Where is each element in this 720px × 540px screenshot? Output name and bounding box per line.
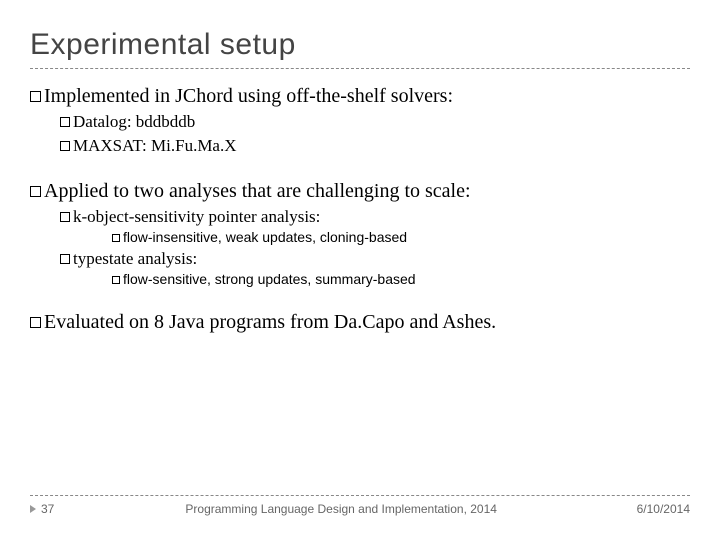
bullet-typestate-detail: flow-sensitive, strong updates, summary-…: [112, 271, 690, 287]
title-divider: [30, 68, 690, 69]
footer-venue: Programming Language Design and Implemen…: [72, 502, 610, 516]
bullet-text: k-object-sensitivity pointer analysis:: [73, 207, 320, 226]
bullet-maxsat: MAXSAT: Mi.Fu.Ma.X: [60, 136, 690, 156]
slide-title: Experimental setup: [30, 28, 690, 62]
page-number-text: 37: [41, 502, 54, 516]
bullet-text: flow-insensitive, weak updates, cloning-…: [123, 229, 407, 245]
bullet-box-icon: [112, 276, 120, 284]
bullet-kobj: k-object-sensitivity pointer analysis:: [60, 207, 690, 227]
bullet-box-icon: [30, 91, 41, 102]
bullet-text: typestate analysis:: [73, 249, 197, 268]
footer-row: 37 Programming Language Design and Imple…: [30, 502, 690, 516]
bullet-evaluated: Evaluated on 8 Java programs from Da.Cap…: [30, 311, 690, 334]
bullet-text: Implemented in JChord using off-the-shel…: [44, 85, 453, 107]
triangle-icon: [30, 505, 36, 513]
bullet-implemented: Implemented in JChord using off-the-shel…: [30, 85, 690, 108]
bullet-datalog: Datalog: bddbddb: [60, 112, 690, 132]
slide: Experimental setup Implemented in JChord…: [0, 0, 720, 540]
bullet-kobj-detail: flow-insensitive, weak updates, cloning-…: [112, 229, 690, 245]
bullet-box-icon: [112, 234, 120, 242]
bullet-applied: Applied to two analyses that are challen…: [30, 180, 690, 203]
bullet-text: Datalog: bddbddb: [73, 112, 195, 131]
bullet-typestate: typestate analysis:: [60, 249, 690, 269]
footer-date: 6/10/2014: [610, 502, 690, 516]
slide-footer: 37 Programming Language Design and Imple…: [0, 495, 720, 516]
bullet-box-icon: [60, 212, 70, 222]
slide-content: Implemented in JChord using off-the-shel…: [30, 85, 690, 334]
bullet-box-icon: [30, 317, 41, 328]
bullet-box-icon: [60, 254, 70, 264]
bullet-box-icon: [60, 141, 70, 151]
bullet-text: Evaluated on 8 Java programs from Da.Cap…: [44, 311, 496, 333]
bullet-box-icon: [60, 117, 70, 127]
bullet-text: MAXSAT: Mi.Fu.Ma.X: [73, 136, 237, 155]
footer-divider: [30, 495, 690, 496]
bullet-text: Applied to two analyses that are challen…: [44, 180, 471, 202]
bullet-box-icon: [30, 186, 41, 197]
bullet-text: flow-sensitive, strong updates, summary-…: [123, 271, 416, 287]
page-number: 37: [30, 502, 54, 516]
